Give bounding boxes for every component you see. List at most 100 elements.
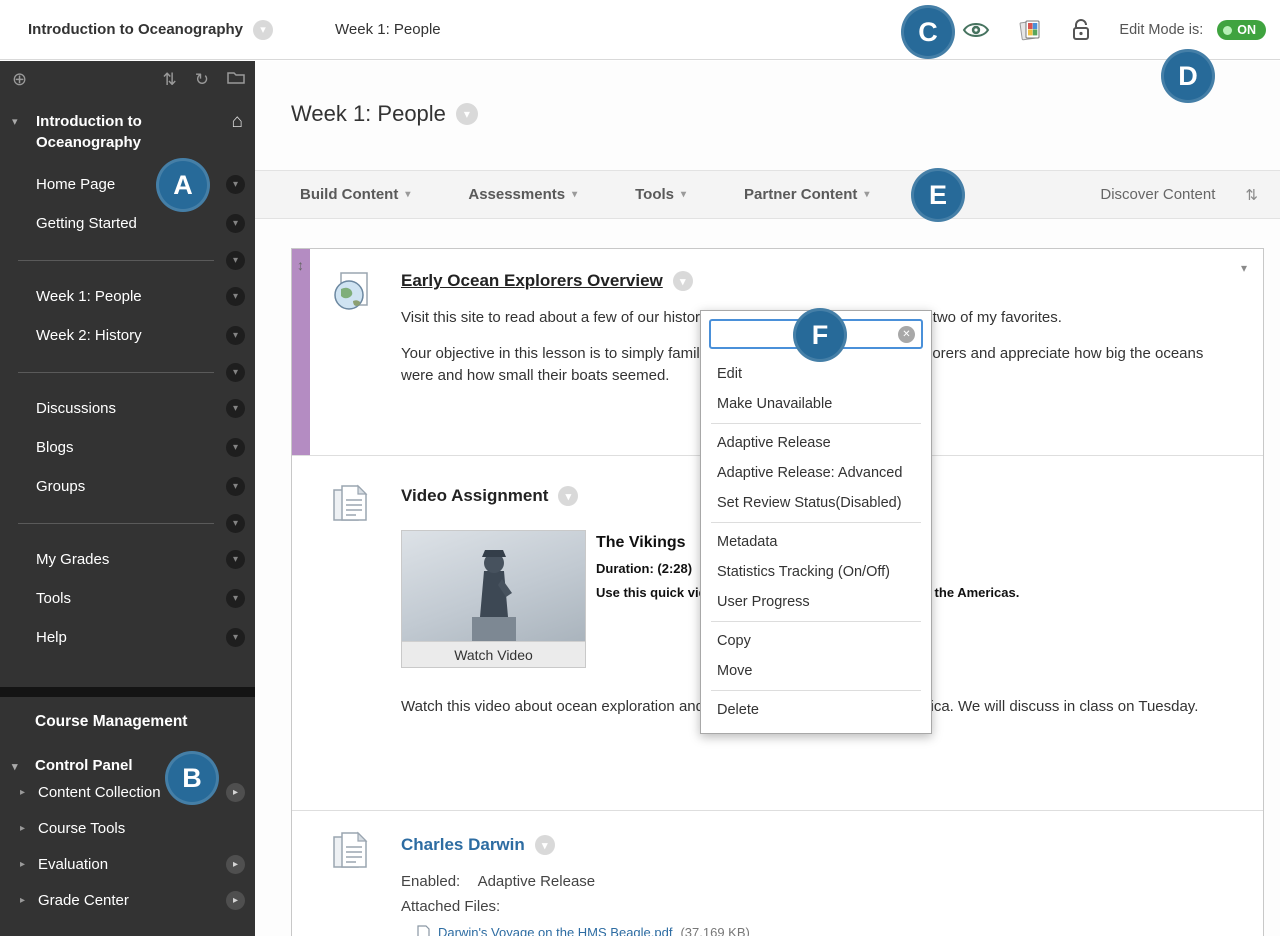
reorder-items-icon[interactable]: ⇅ <box>1245 186 1258 204</box>
sidebar-item-evaluation[interactable]: ▸ Evaluation ▸ <box>0 846 255 882</box>
video-thumbnail[interactable]: Watch Video <box>401 530 586 668</box>
partner-content-button[interactable]: Partner Content ▾ <box>744 186 869 203</box>
enabled-status: Enabled: Adaptive Release <box>401 873 1243 890</box>
student-preview-icon[interactable] <box>961 18 991 42</box>
collapse-item-icon[interactable]: ▾ <box>1241 261 1247 275</box>
menu-item-make-unavailable[interactable]: Make Unavailable <box>701 389 931 419</box>
item-title: Charles Darwin ▾ <box>401 835 1243 855</box>
item-title-link[interactable]: Early Ocean Explorers Overview <box>401 271 663 291</box>
attached-files-label: Attached Files: <box>401 898 501 915</box>
collapse-caret-icon: ▾ <box>12 761 18 773</box>
unlock-icon[interactable] <box>1069 17 1093 43</box>
item-options-icon[interactable]: ▾ <box>534 835 555 855</box>
sidebar-item-blogs[interactable]: Blogs ▾ <box>0 428 255 467</box>
menu-divider <box>711 621 921 622</box>
menu-divider: ▾ <box>0 506 255 540</box>
sidebar-item-help[interactable]: Help ▾ <box>0 618 255 657</box>
divider-options-icon[interactable]: ▾ <box>226 362 245 382</box>
open-in-new-icon[interactable]: ▸ <box>226 854 245 874</box>
breadcrumb[interactable]: Week 1: People <box>335 21 441 38</box>
sidebar-item-label: Course Tools <box>38 819 126 837</box>
sidebar-item-week-1-people[interactable]: Week 1: People ▾ <box>0 277 255 316</box>
item-options-icon[interactable]: ▾ <box>226 287 245 306</box>
collapse-caret-icon[interactable]: ▾ <box>12 115 18 128</box>
item-context-menu: ✕ Edit Make Unavailable Adaptive Release… <box>700 310 932 734</box>
attached-file-size: (37.169 KB) <box>680 925 750 936</box>
item-options-icon[interactable]: ▾ <box>226 477 245 496</box>
chevron-down-icon: ▾ <box>405 189 411 200</box>
menu-item-metadata[interactable]: Metadata <box>701 527 931 557</box>
open-in-new-icon[interactable]: ▸ <box>226 890 245 910</box>
reorder-icon[interactable]: ⇅ <box>163 71 177 88</box>
file-icon <box>417 925 430 936</box>
tools-button[interactable]: Tools ▾ <box>635 186 686 203</box>
sidebar-item-label: Getting Started <box>36 215 137 232</box>
build-content-button[interactable]: Build Content ▾ <box>300 186 410 203</box>
sidebar-item-grade-center[interactable]: ▸ Grade Center ▸ <box>0 882 255 918</box>
sidebar-item-week-2-history[interactable]: Week 2: History ▾ <box>0 316 255 355</box>
menu-divider <box>711 522 921 523</box>
watch-video-button[interactable]: Watch Video <box>402 641 585 667</box>
item-options-icon[interactable]: ▾ <box>672 271 693 291</box>
item-options-icon[interactable]: ▾ <box>226 214 245 233</box>
annotation-badge-c: C <box>901 5 955 59</box>
content-item-charles-darwin: Charles Darwin ▾ Enabled: Adaptive Relea… <box>292 811 1263 936</box>
clear-search-icon[interactable]: ✕ <box>898 325 915 343</box>
expand-caret-icon: ▸ <box>20 822 26 834</box>
item-title-link[interactable]: Charles Darwin <box>401 835 525 855</box>
open-in-new-icon[interactable]: ▸ <box>226 782 245 802</box>
sidebar-item-getting-started[interactable]: Getting Started ▾ <box>0 204 255 243</box>
item-options-icon[interactable]: ▾ <box>226 399 245 418</box>
item-options-icon[interactable]: ▾ <box>226 628 245 647</box>
divider-options-icon[interactable]: ▾ <box>226 250 245 270</box>
sidebar-item-home-page[interactable]: Home Page ▾ <box>0 165 255 204</box>
action-bar: Build Content ▾ Assessments ▾ Tools ▾ Pa… <box>255 170 1280 219</box>
topbar-course-title: Introduction to Oceanography <box>28 21 244 38</box>
sidebar-item-groups[interactable]: Groups ▾ <box>0 467 255 506</box>
course-title-menu-icon[interactable]: ▾ <box>253 19 274 40</box>
item-options-icon[interactable]: ▾ <box>226 550 245 569</box>
item-title-link[interactable]: Video Assignment <box>401 486 548 506</box>
page-title-text: Week 1: People <box>291 101 446 126</box>
menu-item-edit[interactable]: Edit <box>701 359 931 389</box>
annotation-badge-d: D <box>1161 49 1215 103</box>
sidebar-item-my-grades[interactable]: My Grades ▾ <box>0 540 255 579</box>
menu-item-user-progress[interactable]: User Progress <box>701 587 931 617</box>
assessments-button[interactable]: Assessments ▾ <box>468 186 577 203</box>
add-menu-item-icon[interactable]: ⊕ <box>12 70 27 88</box>
item-options-icon[interactable]: ▾ <box>226 175 245 194</box>
attached-file-link[interactable]: Darwin's Voyage on the HMS Beagle.pdf <box>438 925 672 936</box>
topbar-actions: Edit Mode is: ON <box>961 0 1266 60</box>
menu-item-adaptive-release-advanced[interactable]: Adaptive Release: Advanced <box>701 458 931 488</box>
drag-handle-icon[interactable]: ↕ <box>297 257 304 273</box>
item-options-icon[interactable]: ▾ <box>226 326 245 345</box>
partner-content-label: Partner Content <box>744 186 858 203</box>
sidebar-item-discussions[interactable]: Discussions ▾ <box>0 389 255 428</box>
divider-options-icon[interactable]: ▾ <box>226 513 245 533</box>
course-theme-icon[interactable] <box>1017 17 1043 43</box>
sidebar-item-tools[interactable]: Tools ▾ <box>0 579 255 618</box>
menu-item-adaptive-release[interactable]: Adaptive Release <box>701 428 931 458</box>
video-thumbnail-image <box>402 531 585 641</box>
item-options-icon[interactable]: ▾ <box>226 438 245 457</box>
page-title-menu-icon[interactable]: ▾ <box>455 103 478 125</box>
control-panel-label: Control Panel <box>35 757 133 774</box>
blackboard-app: Introduction to Oceanography ▾ Week 1: P… <box>0 0 1280 936</box>
edit-mode-toggle[interactable]: ON <box>1217 20 1266 40</box>
menu-item-set-review-status[interactable]: Set Review Status(Disabled) <box>701 488 931 518</box>
folder-view-icon[interactable] <box>227 70 245 88</box>
sidebar-course-title[interactable]: Introduction to Oceanography <box>36 111 221 153</box>
menu-item-copy[interactable]: Copy <box>701 626 931 656</box>
expand-caret-icon: ▸ <box>20 786 26 798</box>
menu-item-move[interactable]: Move <box>701 656 931 686</box>
menu-item-statistics-tracking[interactable]: Statistics Tracking (On/Off) <box>701 557 931 587</box>
sidebar-item-course-tools[interactable]: ▸ Course Tools <box>0 810 255 846</box>
menu-item-delete[interactable]: Delete <box>701 695 931 725</box>
refresh-icon[interactable]: ↻ <box>195 71 209 88</box>
discover-content-button[interactable]: Discover Content <box>1100 186 1215 203</box>
edit-mode-value: ON <box>1237 23 1256 37</box>
course-management-panel: Course Management ▾ Control Panel ▸ Cont… <box>0 697 255 918</box>
home-icon[interactable]: ⌂ <box>232 111 243 133</box>
item-options-icon[interactable]: ▾ <box>558 486 579 506</box>
item-options-icon[interactable]: ▾ <box>226 589 245 608</box>
